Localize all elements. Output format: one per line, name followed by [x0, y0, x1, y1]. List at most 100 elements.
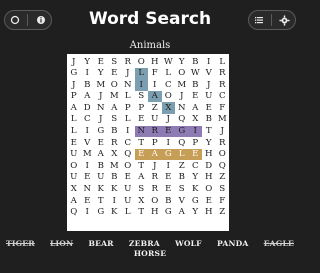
grid-cell[interactable]: T: [135, 160, 149, 172]
grid-cell[interactable]: J: [175, 91, 189, 103]
settings-icon[interactable]: [277, 12, 293, 28]
grid-cell[interactable]: P: [121, 102, 135, 114]
grid-cell[interactable]: O: [108, 79, 122, 91]
grid-cell[interactable]: M: [216, 114, 230, 126]
grid-cell[interactable]: P: [148, 137, 162, 149]
grid-cell[interactable]: G: [94, 126, 108, 138]
grid-cell[interactable]: M: [81, 149, 95, 161]
grid-cell[interactable]: H: [202, 207, 216, 219]
grid-cell[interactable]: G: [67, 68, 81, 80]
grid-cell[interactable]: E: [162, 172, 176, 184]
grid-cell[interactable]: L: [67, 126, 81, 138]
grid-cell[interactable]: B: [94, 160, 108, 172]
grid-cell[interactable]: X: [135, 195, 149, 207]
grid-cell[interactable]: J: [162, 114, 176, 126]
list-icon[interactable]: [251, 12, 267, 28]
grid-cell[interactable]: L: [121, 91, 135, 103]
grid-cell[interactable]: E: [108, 68, 122, 80]
grid-cell[interactable]: E: [81, 195, 95, 207]
grid-cell[interactable]: V: [81, 137, 95, 149]
grid-cell[interactable]: O: [202, 184, 216, 196]
grid-cell[interactable]: R: [148, 172, 162, 184]
grid-cell[interactable]: R: [121, 56, 135, 68]
grid-cell[interactable]: E: [94, 137, 108, 149]
grid-cell[interactable]: A: [81, 91, 95, 103]
grid-cell[interactable]: Y: [189, 207, 203, 219]
grid-cell[interactable]: I: [148, 79, 162, 91]
grid-cell[interactable]: I: [162, 160, 176, 172]
grid-cell[interactable]: E: [189, 91, 203, 103]
grid-cell[interactable]: I: [162, 137, 176, 149]
grid-cell[interactable]: V: [175, 195, 189, 207]
grid-cell[interactable]: A: [67, 195, 81, 207]
grid-cell[interactable]: I: [121, 126, 135, 138]
grid-cell[interactable]: E: [202, 102, 216, 114]
grid-cell[interactable]: U: [121, 184, 135, 196]
grid-cell[interactable]: O: [162, 91, 176, 103]
grid-cell[interactable]: C: [121, 137, 135, 149]
grid-cell[interactable]: I: [202, 56, 216, 68]
grid-cell[interactable]: J: [216, 126, 230, 138]
grid-cell[interactable]: C: [162, 79, 176, 91]
grid-cell[interactable]: I: [81, 207, 95, 219]
grid-cell[interactable]: G: [175, 125, 189, 138]
grid-cell[interactable]: T: [135, 207, 149, 219]
grid-cell[interactable]: J: [121, 68, 135, 80]
grid-cell[interactable]: A: [67, 102, 81, 114]
grid-cell[interactable]: H: [202, 172, 216, 184]
grid-cell[interactable]: P: [67, 91, 81, 103]
grid-cell[interactable]: B: [81, 79, 95, 91]
grid-cell[interactable]: N: [134, 125, 148, 138]
grid-cell[interactable]: T: [202, 126, 216, 138]
grid-cell[interactable]: O: [121, 160, 135, 172]
grid-cell[interactable]: T: [94, 195, 108, 207]
grid-cell[interactable]: G: [94, 207, 108, 219]
grid-cell[interactable]: D: [81, 102, 95, 114]
grid-cell[interactable]: Q: [216, 160, 230, 172]
grid-cell[interactable]: Q: [67, 207, 81, 219]
grid-cell[interactable]: C: [189, 160, 203, 172]
grid-cell[interactable]: R: [148, 184, 162, 196]
grid-cell[interactable]: A: [148, 90, 162, 103]
grid-cell[interactable]: B: [162, 195, 176, 207]
grid-cell[interactable]: E: [121, 172, 135, 184]
grid-cell[interactable]: L: [134, 67, 148, 80]
grid-cell[interactable]: I: [188, 125, 202, 138]
grid-cell[interactable]: E: [202, 195, 216, 207]
grid-cell[interactable]: C: [216, 91, 230, 103]
grid-cell[interactable]: B: [189, 79, 203, 91]
grid-cell[interactable]: I: [81, 68, 95, 80]
grid-cell[interactable]: E: [134, 148, 148, 161]
grid-cell[interactable]: R: [216, 68, 230, 80]
grid-cell[interactable]: Q: [121, 149, 135, 161]
grid-cell[interactable]: H: [202, 149, 216, 161]
grid-cell[interactable]: J: [67, 79, 81, 91]
grid-cell[interactable]: U: [67, 172, 81, 184]
grid-cell[interactable]: F: [148, 68, 162, 80]
letter-grid[interactable]: JYESROHWYBILGIYEJLFLOWVRJBMONIICMBJRPAJM…: [67, 56, 229, 218]
grid-cell[interactable]: Y: [81, 56, 95, 68]
grid-cell[interactable]: N: [175, 102, 189, 114]
grid-cell[interactable]: L: [121, 114, 135, 126]
grid-cell[interactable]: P: [189, 137, 203, 149]
grid-cell[interactable]: E: [161, 125, 175, 138]
grid-cell[interactable]: R: [108, 137, 122, 149]
grid-cell[interactable]: O: [135, 56, 149, 68]
grid-cell[interactable]: A: [108, 102, 122, 114]
grid-cell[interactable]: B: [108, 126, 122, 138]
grid-cell[interactable]: K: [94, 184, 108, 196]
grid-cell[interactable]: E: [162, 184, 176, 196]
grid-cell[interactable]: Z: [216, 172, 230, 184]
grid-cell[interactable]: O: [175, 68, 189, 80]
grid-cell[interactable]: V: [202, 68, 216, 80]
grid-cell[interactable]: A: [94, 149, 108, 161]
grid-cell[interactable]: L: [216, 56, 230, 68]
grid-cell[interactable]: R: [216, 137, 230, 149]
grid-cell[interactable]: E: [94, 56, 108, 68]
grid-cell[interactable]: Y: [189, 172, 203, 184]
grid-cell[interactable]: E: [135, 114, 149, 126]
grid-cell[interactable]: A: [189, 102, 203, 114]
grid-cell[interactable]: U: [202, 91, 216, 103]
grid-cell[interactable]: J: [94, 114, 108, 126]
grid-cell[interactable]: Y: [175, 56, 189, 68]
